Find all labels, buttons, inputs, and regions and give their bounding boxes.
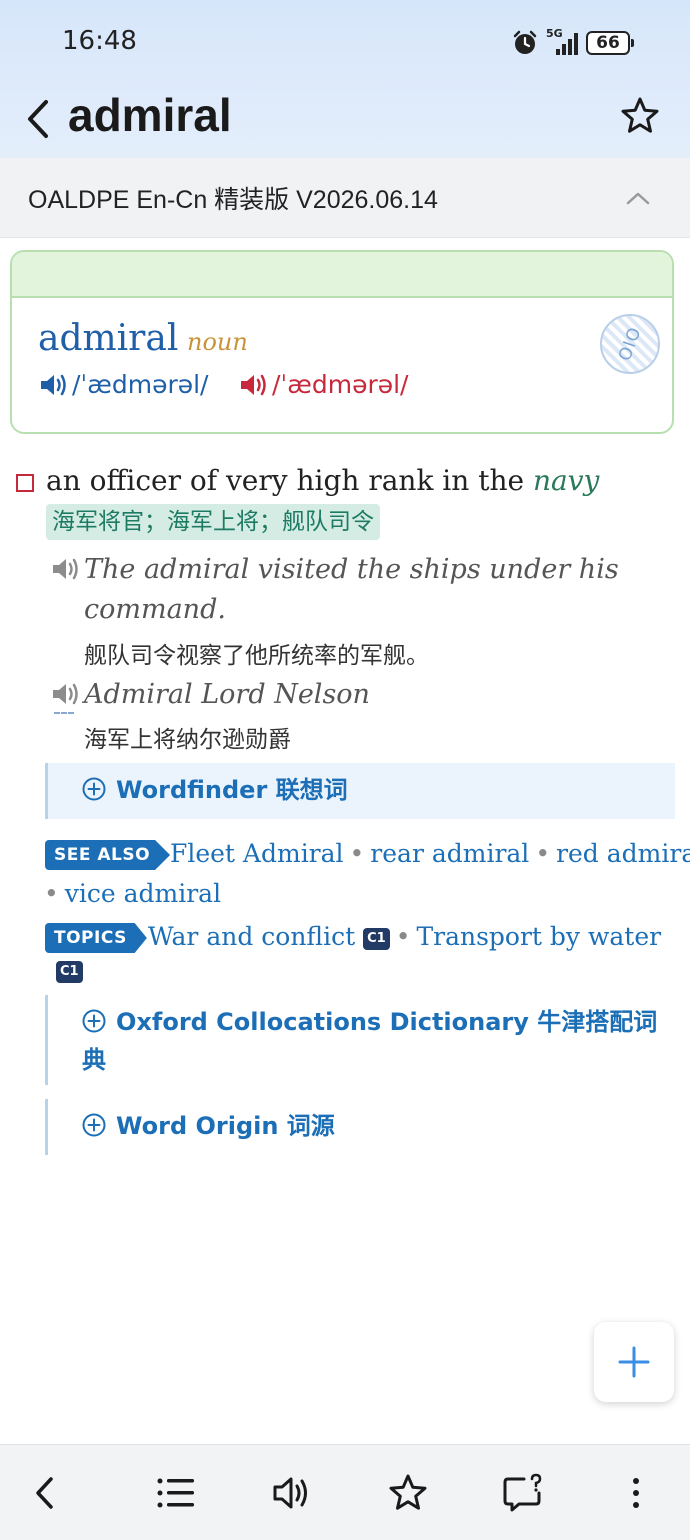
ipa-british: /ˈædmərəl/ <box>72 370 209 399</box>
wordfinder-title[interactable]: Wordfinder 联想词 <box>82 771 348 809</box>
top-header: 16:48 5G 66 admiral <box>0 0 690 158</box>
see-also-link[interactable]: red admiral <box>556 839 690 868</box>
dictionary-name: OALDPE En-Cn 精装版 V2026.06.14 <box>28 186 438 214</box>
topics-links-continued: C1 <box>56 950 83 990</box>
level-seal-text: OIO <box>614 324 646 364</box>
collocations-title-continued: 典 <box>82 1046 106 1074</box>
example-en: Admiral Lord Nelson <box>84 679 370 710</box>
example-en: The admiral visited the ships under his <box>84 554 619 585</box>
see-also-link[interactable]: rear admiral <box>370 839 529 868</box>
example-en-continued: command. <box>84 594 226 625</box>
example-cn: 舰队司令视察了他所统率的军舰。 <box>84 643 429 669</box>
collocations-title[interactable]: Oxford Collocations Dictionary 牛津搭配词 <box>82 1003 657 1041</box>
chevron-left-icon <box>28 100 48 138</box>
word-origin-section[interactable]: Word Origin 词源 <box>45 1099 675 1155</box>
topic-link[interactable]: War and conflict <box>148 922 355 951</box>
oxford-level-seal: OIO <box>600 314 660 374</box>
nav-favorite-button[interactable] <box>386 1471 430 1515</box>
star-icon <box>389 1474 427 1510</box>
pronunciation-american[interactable]: /ˈædmərəl/ <box>238 370 408 399</box>
status-icons: 5G 66 <box>512 27 634 58</box>
separator-dot: • <box>535 839 551 868</box>
sense-checkbox-icon[interactable] <box>16 474 34 492</box>
part-of-speech: noun <box>187 328 248 356</box>
dictionary-selector[interactable]: OALDPE En-Cn 精装版 V2026.06.14 <box>0 158 690 238</box>
star-icon <box>621 97 659 133</box>
definition: an officer of very high rank in the navy <box>46 464 599 497</box>
dashed-underline-mark <box>54 712 74 714</box>
example-speaker-icon[interactable] <box>50 556 80 582</box>
definition-link-navy[interactable]: navy <box>533 464 599 497</box>
example-speaker-icon[interactable] <box>50 681 80 707</box>
example-cn: 海军上将纳尔逊勋爵 <box>84 727 291 753</box>
pronunciation-british[interactable]: /ˈædmərəl/ <box>38 370 208 399</box>
card-header-band <box>12 252 672 298</box>
word-origin-label: Word Origin 词源 <box>116 1112 335 1140</box>
headword: admiral <box>38 318 179 359</box>
battery-icon: 66 <box>586 31 634 55</box>
speaker-icon[interactable] <box>38 372 68 398</box>
nav-more-button[interactable] <box>614 1471 658 1515</box>
collocations-label: Oxford Collocations Dictionary 牛津搭配词 <box>116 1008 658 1036</box>
expand-plus-icon <box>82 1009 106 1033</box>
nav-help-button[interactable] <box>502 1471 546 1515</box>
separator-dot: • <box>44 879 59 908</box>
cefr-level-badge: C1 <box>363 928 390 950</box>
separator-dot: • <box>395 922 411 951</box>
topics-tag: TOPICS <box>45 923 147 953</box>
signal-icon: 5G <box>546 27 578 55</box>
bottom-toolbar <box>0 1444 690 1540</box>
see-also-link[interactable]: Fleet Admiral <box>170 839 344 868</box>
topic-link[interactable]: Transport by water <box>416 922 661 951</box>
network-label: 5G <box>546 27 563 40</box>
speaker-icon[interactable] <box>238 372 268 398</box>
page-title: admiral <box>68 89 232 141</box>
separator-dot: • <box>349 839 365 868</box>
chat-question-icon <box>503 1473 542 1512</box>
see-also-tag: SEE ALSO <box>45 840 171 870</box>
list-icon <box>157 1478 194 1508</box>
more-vertical-icon <box>633 1478 639 1508</box>
nav-list-button[interactable] <box>154 1471 198 1515</box>
wordfinder-section[interactable]: Wordfinder 联想词 <box>45 763 675 819</box>
chevron-up-icon[interactable] <box>624 186 652 210</box>
wordfinder-label: Wordfinder 联想词 <box>116 776 348 804</box>
see-also-links-continued: • vice admiral <box>44 874 221 914</box>
expand-plus-icon <box>82 1113 106 1137</box>
definition-translation: 海军将官；海军上将；舰队司令 <box>46 504 380 540</box>
speaker-icon <box>273 1477 307 1509</box>
ipa-american: /ˈædmərəl/ <box>272 370 409 399</box>
word-origin-title[interactable]: Word Origin 词源 <box>82 1107 335 1145</box>
back-button[interactable] <box>20 96 60 142</box>
collocations-section[interactable]: Oxford Collocations Dictionary 牛津搭配词 典 <box>45 995 675 1085</box>
cefr-level-badge: C1 <box>56 961 83 983</box>
headword-card: admiral noun /ˈædmərəl/ /ˈædmərəl/ OIO <box>10 250 674 434</box>
topics-links: War and conflict C1 • Transport by water <box>148 917 661 957</box>
nav-back-button[interactable] <box>24 1471 68 1515</box>
favorite-button[interactable] <box>620 96 660 136</box>
definition-text: an officer of very high rank in the <box>46 464 525 497</box>
see-also-link[interactable]: vice admiral <box>65 879 221 908</box>
chevron-left-icon <box>36 1477 53 1509</box>
status-time: 16:48 <box>62 26 137 56</box>
alarm-icon <box>513 30 537 54</box>
expand-plus-icon <box>82 777 106 801</box>
battery-level: 66 <box>596 33 620 53</box>
plus-icon <box>618 1346 650 1378</box>
nav-audio-button[interactable] <box>270 1471 314 1515</box>
see-also-links: Fleet Admiral • rear admiral • red admiral <box>170 834 690 874</box>
add-fab-button[interactable] <box>594 1322 674 1402</box>
